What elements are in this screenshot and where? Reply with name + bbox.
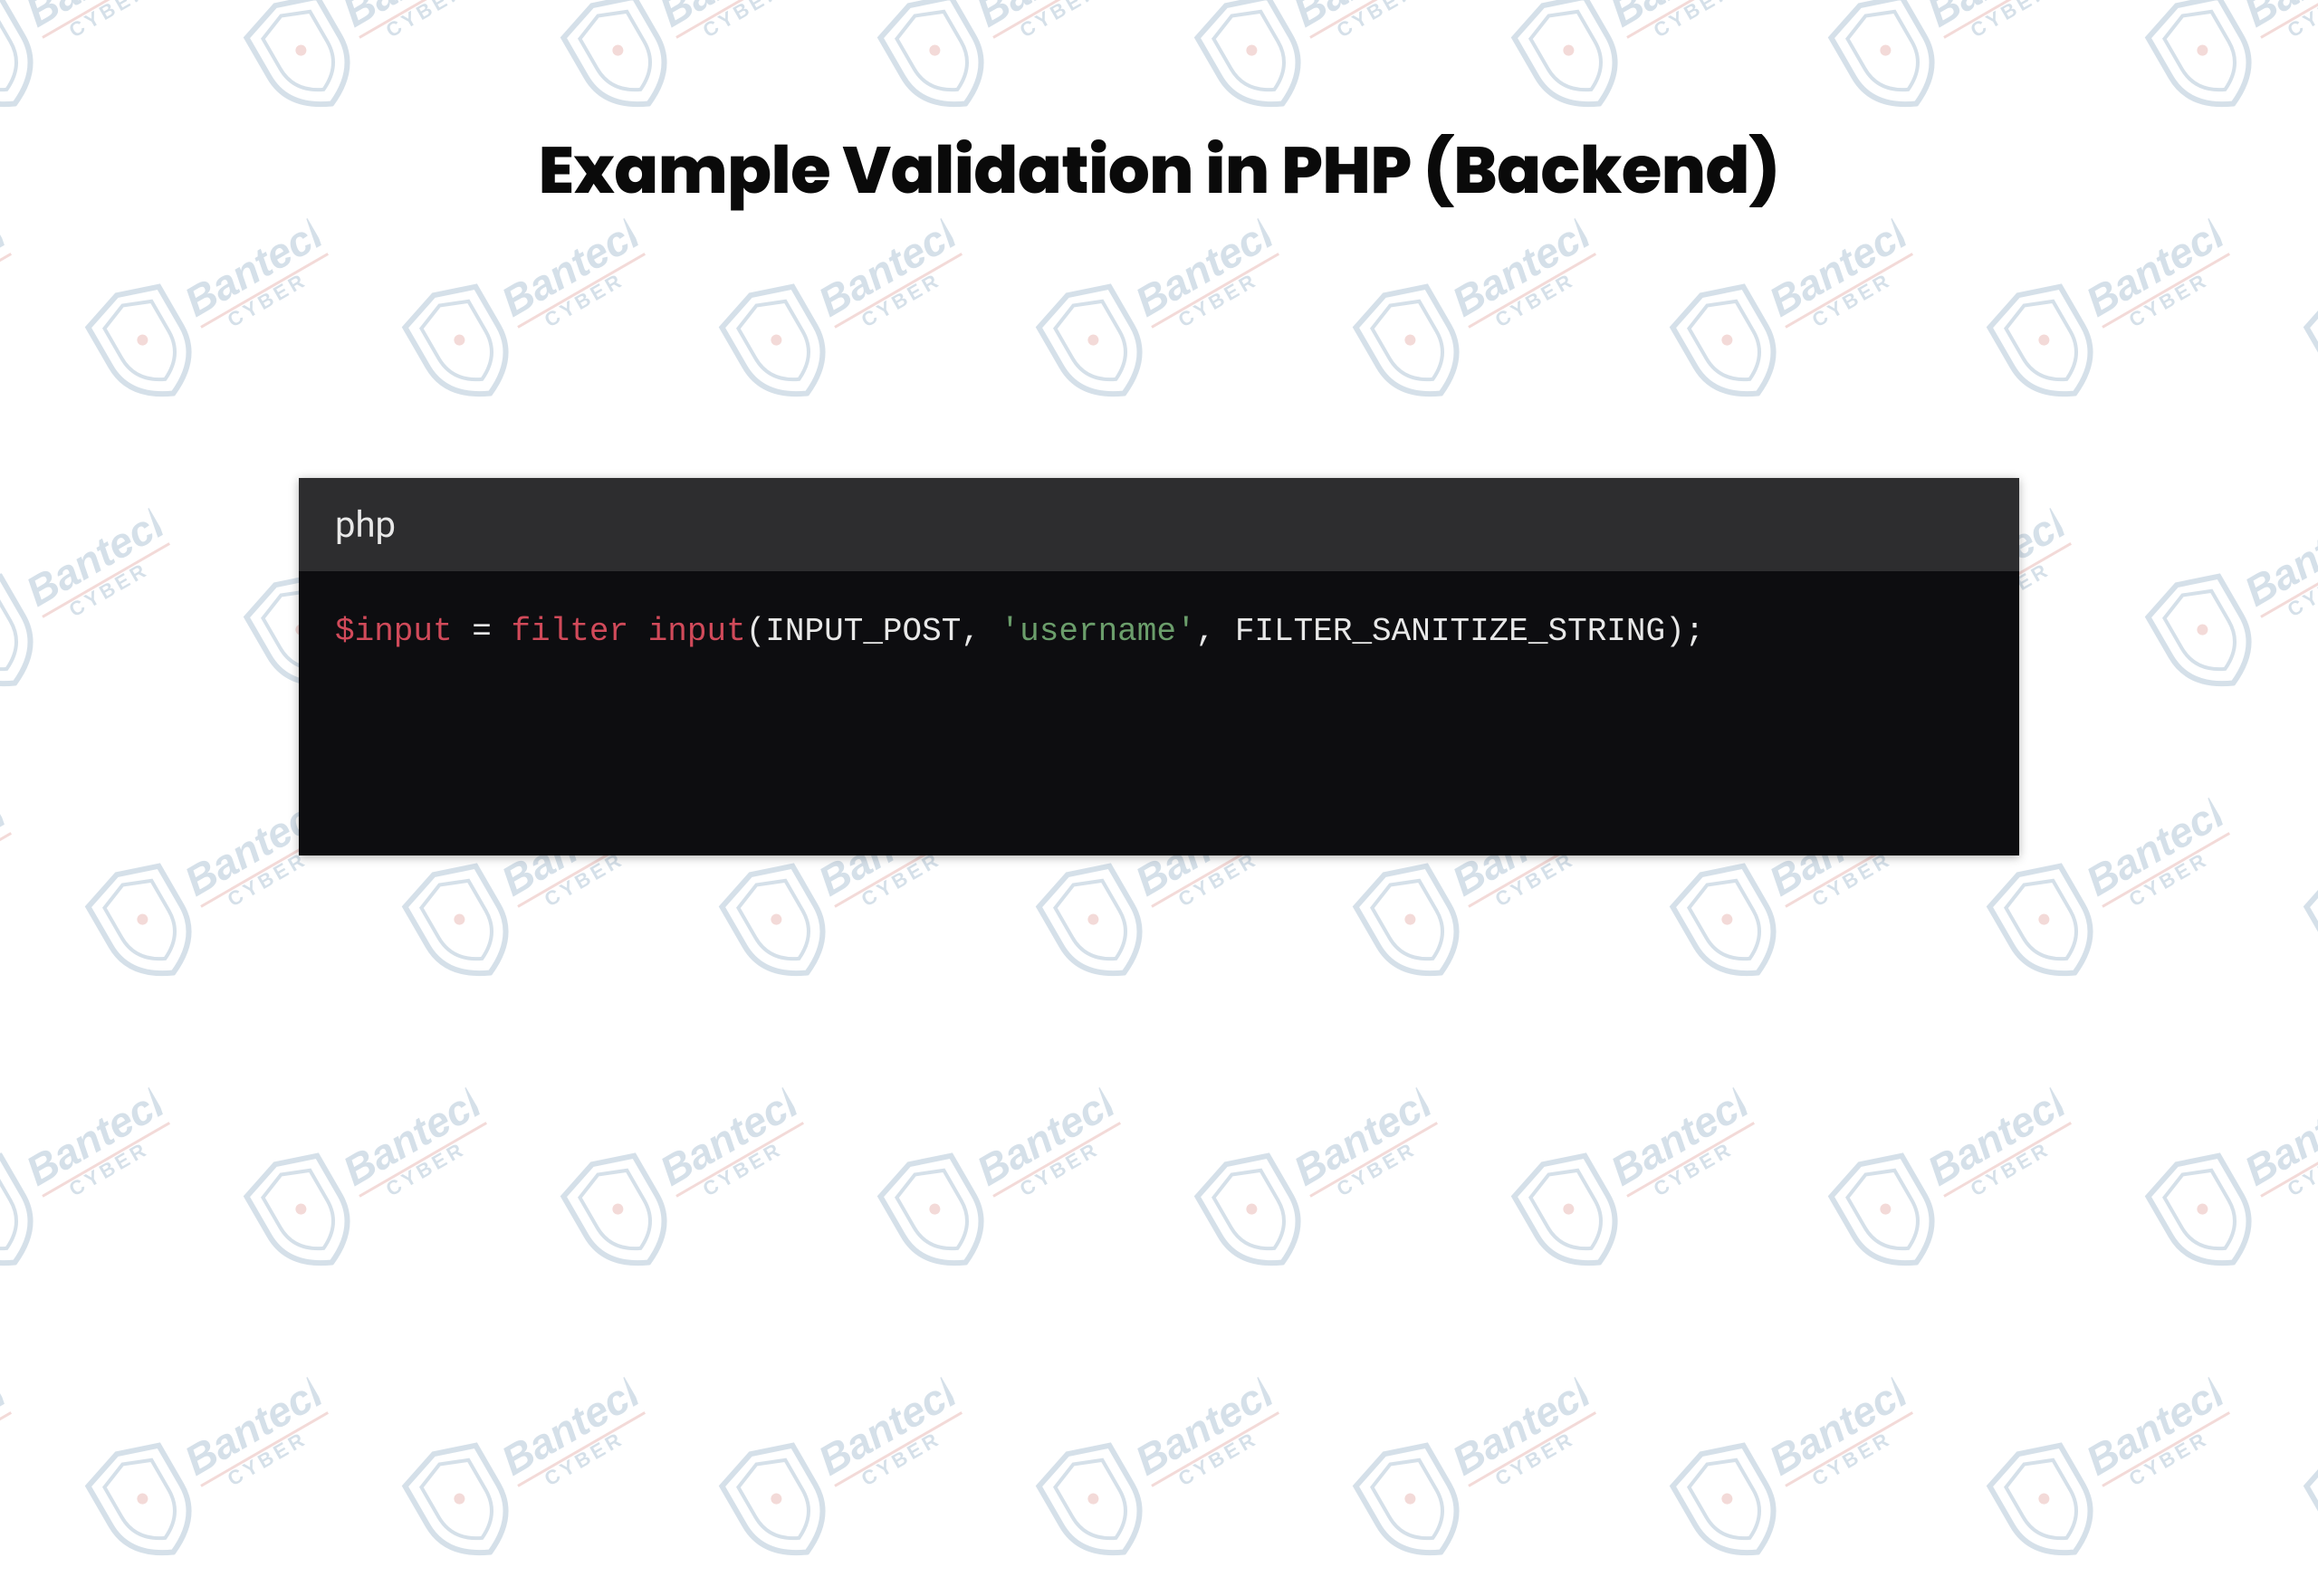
svg-text:Bantech: Bantech	[177, 1362, 342, 1485]
code-token-paren-close: );	[1665, 613, 1704, 650]
watermark-logo: Bantech CYBER	[1018, 1341, 1309, 1593]
svg-text:Bantech: Bantech	[0, 1362, 25, 1485]
watermark-logo: Bantech CYBER	[384, 1341, 675, 1593]
code-token-comma: ,	[1196, 613, 1235, 650]
watermark-logo: Bantech CYBER	[1335, 1341, 1626, 1593]
svg-text:CYBER: CYBER	[2125, 1427, 2213, 1490]
svg-text:Bantech: Bantech	[1127, 1362, 1293, 1485]
svg-text:CYBER: CYBER	[1491, 1427, 1579, 1490]
svg-text:Bantech: Bantech	[1761, 1362, 1927, 1485]
svg-text:Bantech: Bantech	[493, 1362, 659, 1485]
watermark-logo: Bantech CYBER	[701, 1341, 992, 1593]
code-token-comma: ,	[961, 613, 1000, 650]
svg-text:CYBER: CYBER	[224, 1427, 311, 1490]
code-language-label: php	[299, 478, 2019, 571]
code-token-string: 'username'	[1001, 613, 1196, 650]
code-token-constant: INPUT_POST	[765, 613, 961, 650]
code-token-operator: =	[453, 613, 512, 650]
watermark-logo: Bantech CYBER	[0, 1341, 42, 1593]
code-token-function: filter input	[511, 613, 745, 650]
code-token-constant: FILTER_SANITIZE_STRING	[1235, 613, 1665, 650]
code-block: php $input = filter input(INPUT_POST, 'u…	[299, 478, 2019, 855]
svg-text:Bantech: Bantech	[810, 1362, 976, 1485]
svg-text:CYBER: CYBER	[857, 1427, 945, 1490]
svg-text:CYBER: CYBER	[541, 1427, 628, 1490]
svg-text:Bantech: Bantech	[1444, 1362, 1610, 1485]
code-token-variable: $input	[335, 613, 453, 650]
svg-text:CYBER: CYBER	[1174, 1427, 1262, 1490]
code-token-paren-open: (	[746, 613, 766, 650]
page-title: Example Validation in PHP (Backend)	[539, 122, 1780, 220]
svg-text:Bantech: Bantech	[2078, 1362, 2244, 1485]
watermark-logo: Bantech CYBER	[67, 1341, 359, 1593]
watermark-logo: Bantech CYBER	[1652, 1341, 1943, 1593]
content-area: Example Validation in PHP (Backend) php …	[0, 0, 2318, 1159]
watermark-logo: Bantech CYBER	[2285, 1341, 2318, 1593]
watermark-logo: Bantech CYBER	[1968, 1341, 2260, 1593]
code-body: $input = filter input(INPUT_POST, 'usern…	[299, 571, 2019, 855]
svg-text:CYBER: CYBER	[1808, 1427, 1896, 1490]
